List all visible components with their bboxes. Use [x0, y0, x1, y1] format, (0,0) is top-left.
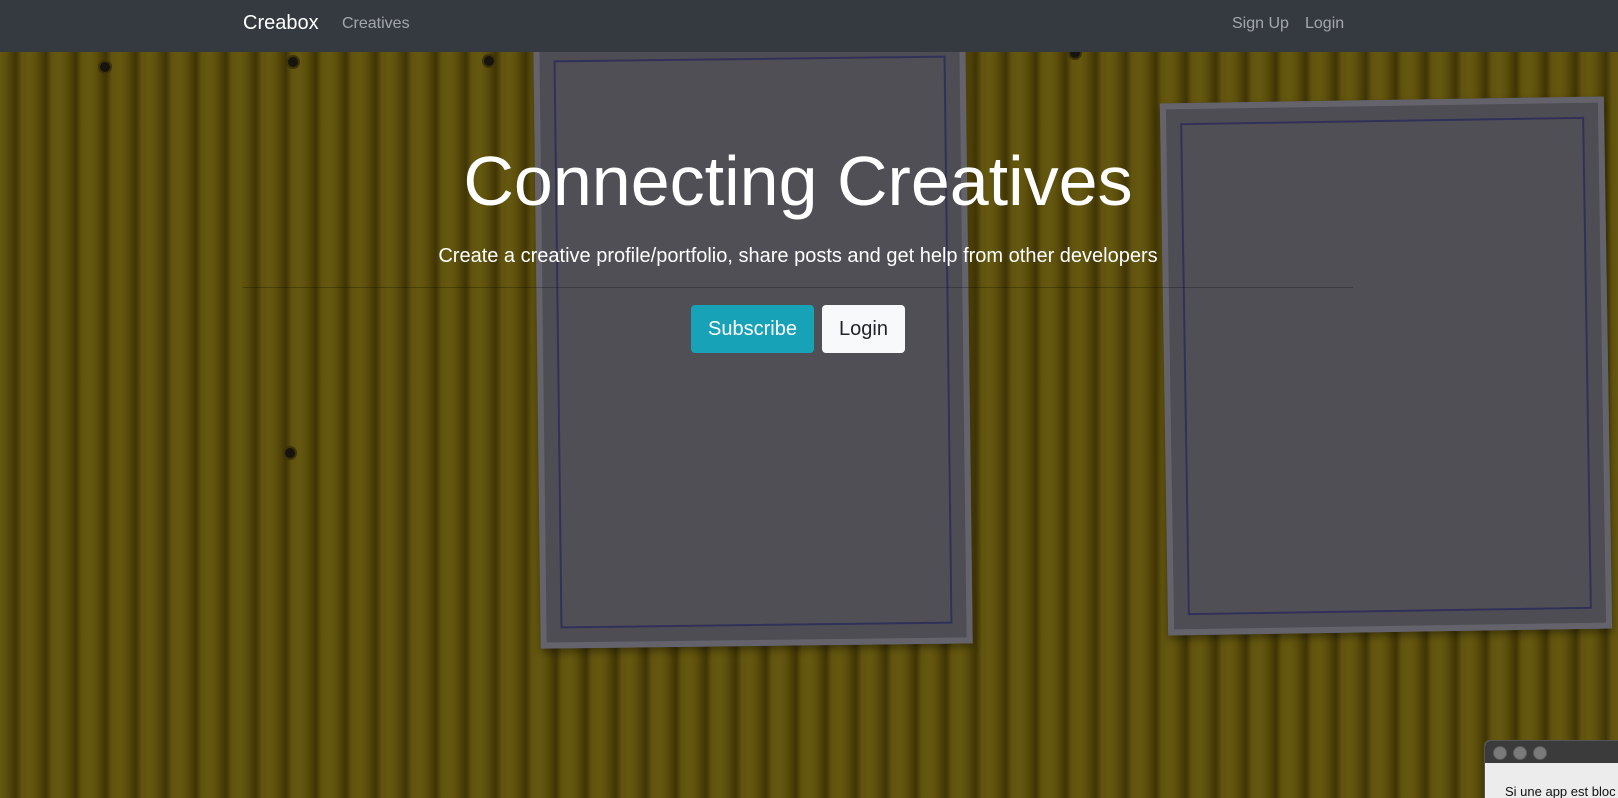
nav-link-login[interactable]: Login [1305, 15, 1344, 33]
nav-link-sign-up[interactable]: Sign Up [1232, 15, 1289, 33]
subscribe-button[interactable]: Subscribe [691, 305, 814, 353]
window-close-icon[interactable] [1493, 746, 1507, 760]
brand-logo-link[interactable]: Creabox [243, 12, 319, 35]
system-popup-window: Si une app est bloc [1484, 740, 1618, 798]
window-maximize-icon[interactable] [1533, 746, 1547, 760]
hero-title: Connecting Creatives [463, 142, 1133, 220]
popup-message: Si une app est bloc [1505, 784, 1616, 798]
hero-login-button[interactable]: Login [822, 305, 905, 353]
nav-link-creatives[interactable]: Creatives [342, 15, 410, 33]
hero-section: Connecting Creatives Create a creative p… [0, 52, 1618, 798]
top-navbar: Creabox Creatives Sign Up Login [0, 0, 1618, 52]
hero-divider [243, 287, 1353, 288]
page: Creabox Creatives Sign Up Login Connecti… [0, 0, 1618, 798]
hero-subtitle: Create a creative profile/portfolio, sha… [438, 245, 1158, 267]
window-minimize-icon[interactable] [1513, 746, 1527, 760]
popup-title-bar[interactable] [1485, 741, 1618, 763]
